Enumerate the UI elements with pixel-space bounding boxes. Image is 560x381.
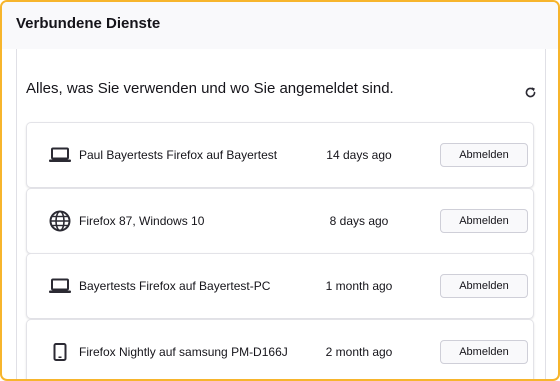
page-title: Verbundene Dienste	[16, 15, 161, 32]
laptop-icon	[48, 274, 72, 298]
refresh-icon	[525, 86, 535, 97]
refresh-button[interactable]	[522, 84, 538, 100]
panel-header: Verbundene Dienste	[2, 2, 558, 49]
device-last-seen: 2 month ago	[325, 345, 393, 359]
device-last-seen: 1 month ago	[325, 279, 393, 293]
device-name: Paul Bayertests Firefox auf Bayertest	[79, 148, 278, 162]
connected-services-panel: Verbundene Dienste Alles, was Sie verwen…	[0, 0, 560, 381]
sign-out-button[interactable]: Abmelden	[440, 274, 528, 298]
tablet-icon	[48, 340, 72, 364]
device-row: Firefox 87, Windows 10 8 days ago Abmeld…	[26, 188, 534, 254]
sign-out-button[interactable]: Abmelden	[440, 143, 528, 167]
device-row: Paul Bayertests Firefox auf Bayertest 14…	[26, 122, 534, 188]
device-name: Firefox 87, Windows 10	[79, 214, 205, 228]
sign-out-button[interactable]: Abmelden	[440, 209, 528, 233]
device-last-seen: 8 days ago	[329, 214, 389, 228]
sign-out-button[interactable]: Abmelden	[440, 340, 528, 364]
laptop-icon	[48, 143, 72, 167]
device-name: Firefox Nightly auf samsung PM-D166J	[79, 345, 288, 359]
device-row: Bayertests Firefox auf Bayertest-PC 1 mo…	[26, 253, 534, 319]
device-name: Bayertests Firefox auf Bayertest-PC	[79, 279, 271, 293]
device-row: Firefox Nightly auf samsung PM-D166J 2 m…	[26, 319, 534, 379]
globe-icon	[48, 209, 72, 233]
device-last-seen: 14 days ago	[326, 148, 392, 162]
section-description: Alles, was Sie verwenden und wo Sie ange…	[26, 80, 394, 97]
